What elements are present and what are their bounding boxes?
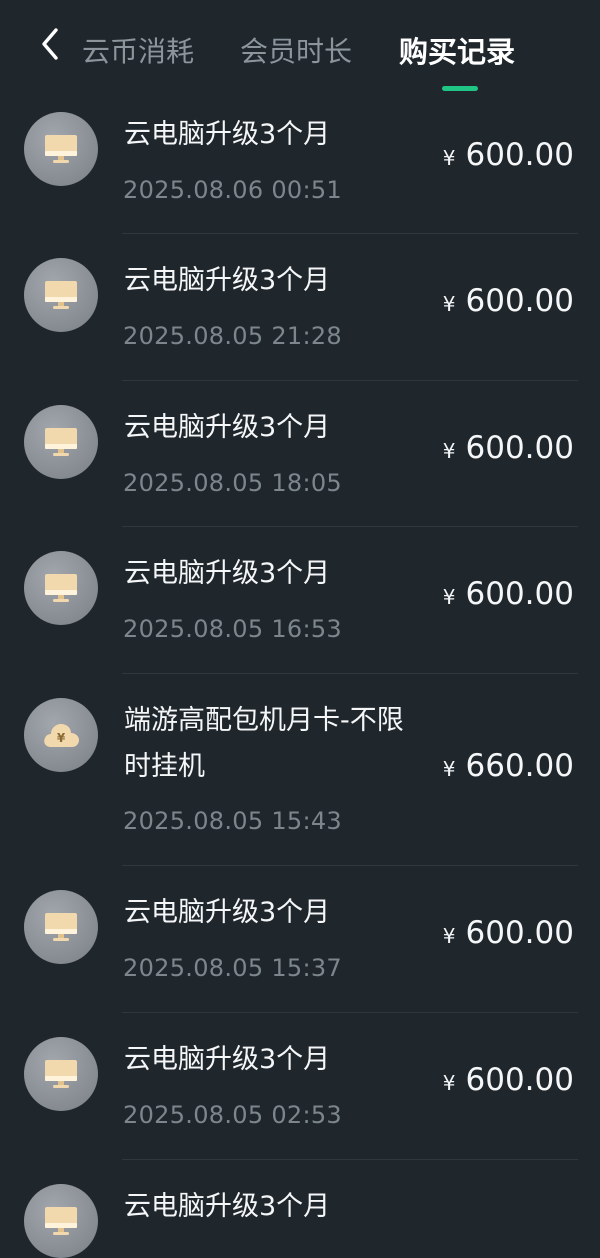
record-price: ¥ 600.00 [443,1060,574,1103]
record-amount: 600.00 [465,430,574,466]
currency-symbol: ¥ [442,292,456,316]
record-title: 云电脑升级3个月 [124,265,331,296]
record-price: ¥ 600.00 [443,574,574,617]
svg-text:¥: ¥ [57,731,66,745]
record-title: 云电脑升级3个月 [124,558,331,589]
record-amount: 600.00 [465,576,574,612]
monitor-icon [45,913,77,941]
record-amount: 660.00 [465,748,574,784]
currency-symbol: ¥ [442,924,456,948]
record-avatar: ¥ [24,698,98,772]
record-price: ¥ 660.00 [443,746,574,789]
monitor-icon [45,574,77,602]
monitor-icon [45,1060,77,1088]
tab-membership-duration[interactable]: 会员时长 [240,32,352,72]
record-amount: 600.00 [465,1062,574,1098]
record-avatar [24,112,98,186]
record-avatar [24,1037,98,1111]
tab-purchase-records[interactable]: 购买记录 [399,32,515,72]
record-date: 2025.08.05 02:53 [123,1101,343,1129]
record-amount: 600.00 [465,915,574,951]
record-date: 2025.08.05 15:43 [123,807,343,835]
record-avatar [24,1184,98,1258]
tab-cloud-coin-consumption[interactable]: 云币消耗 [82,32,194,72]
monitor-icon [45,135,77,163]
record-row[interactable]: 云电脑升级3个月 2025.08.05 21:28 ¥ 600.00 [0,234,600,381]
currency-symbol: ¥ [442,585,456,609]
record-price: ¥ 600.00 [443,281,574,324]
monitor-icon [45,428,77,456]
record-avatar [24,405,98,479]
record-amount: 600.00 [465,283,574,319]
record-title: 云电脑升级3个月 [124,1044,331,1075]
record-price: ¥ 600.00 [443,135,574,178]
record-title: 云电脑升级3个月 [124,119,331,150]
currency-symbol: ¥ [442,757,456,781]
record-avatar [24,890,98,964]
record-row[interactable]: ¥ 端游高配包机月卡-不限时挂机 2025.08.05 15:43 ¥ 660.… [0,674,600,866]
record-avatar [24,551,98,625]
record-price: ¥ 600.00 [443,428,574,471]
record-title: 云电脑升级3个月 [124,897,331,928]
record-row[interactable]: 云电脑升级3个月 [0,1160,600,1258]
record-row[interactable]: 云电脑升级3个月 2025.08.05 15:37 ¥ 600.00 [0,866,600,1013]
record-avatar [24,258,98,332]
currency-symbol: ¥ [442,1071,456,1095]
record-row[interactable]: 云电脑升级3个月 2025.08.05 02:53 ¥ 600.00 [0,1013,600,1160]
record-date: 2025.08.05 15:37 [123,954,343,982]
record-row[interactable]: 云电脑升级3个月 2025.08.05 16:53 ¥ 600.00 [0,527,600,674]
record-date: 2025.08.05 16:53 [123,615,343,643]
record-row[interactable]: 云电脑升级3个月 2025.08.06 00:51 ¥ 600.00 [0,104,600,234]
purchase-record-list[interactable]: 云电脑升级3个月 2025.08.06 00:51 ¥ 600.00 云电脑升级… [0,104,600,1258]
record-title: 端游高配包机月卡-不限时挂机 [124,705,404,782]
header: 云币消耗 会员时长 购买记录 [0,0,600,104]
cloud-yen-icon: ¥ [44,724,79,747]
record-price: ¥ 600.00 [443,913,574,956]
record-date: 2025.08.05 21:28 [123,322,343,350]
record-date: 2025.08.05 18:05 [123,469,343,497]
currency-symbol: ¥ [442,439,456,463]
chevron-left-icon [42,28,58,60]
currency-symbol: ¥ [442,146,456,170]
record-amount: 600.00 [465,137,574,173]
monitor-icon [45,281,77,309]
record-row[interactable]: 云电脑升级3个月 2025.08.05 18:05 ¥ 600.00 [0,381,600,527]
record-date: 2025.08.06 00:51 [123,176,343,204]
active-tab-indicator [442,86,478,91]
back-button[interactable] [30,24,70,64]
record-title: 云电脑升级3个月 [124,1191,331,1222]
monitor-icon [45,1207,77,1235]
record-title: 云电脑升级3个月 [124,412,331,443]
